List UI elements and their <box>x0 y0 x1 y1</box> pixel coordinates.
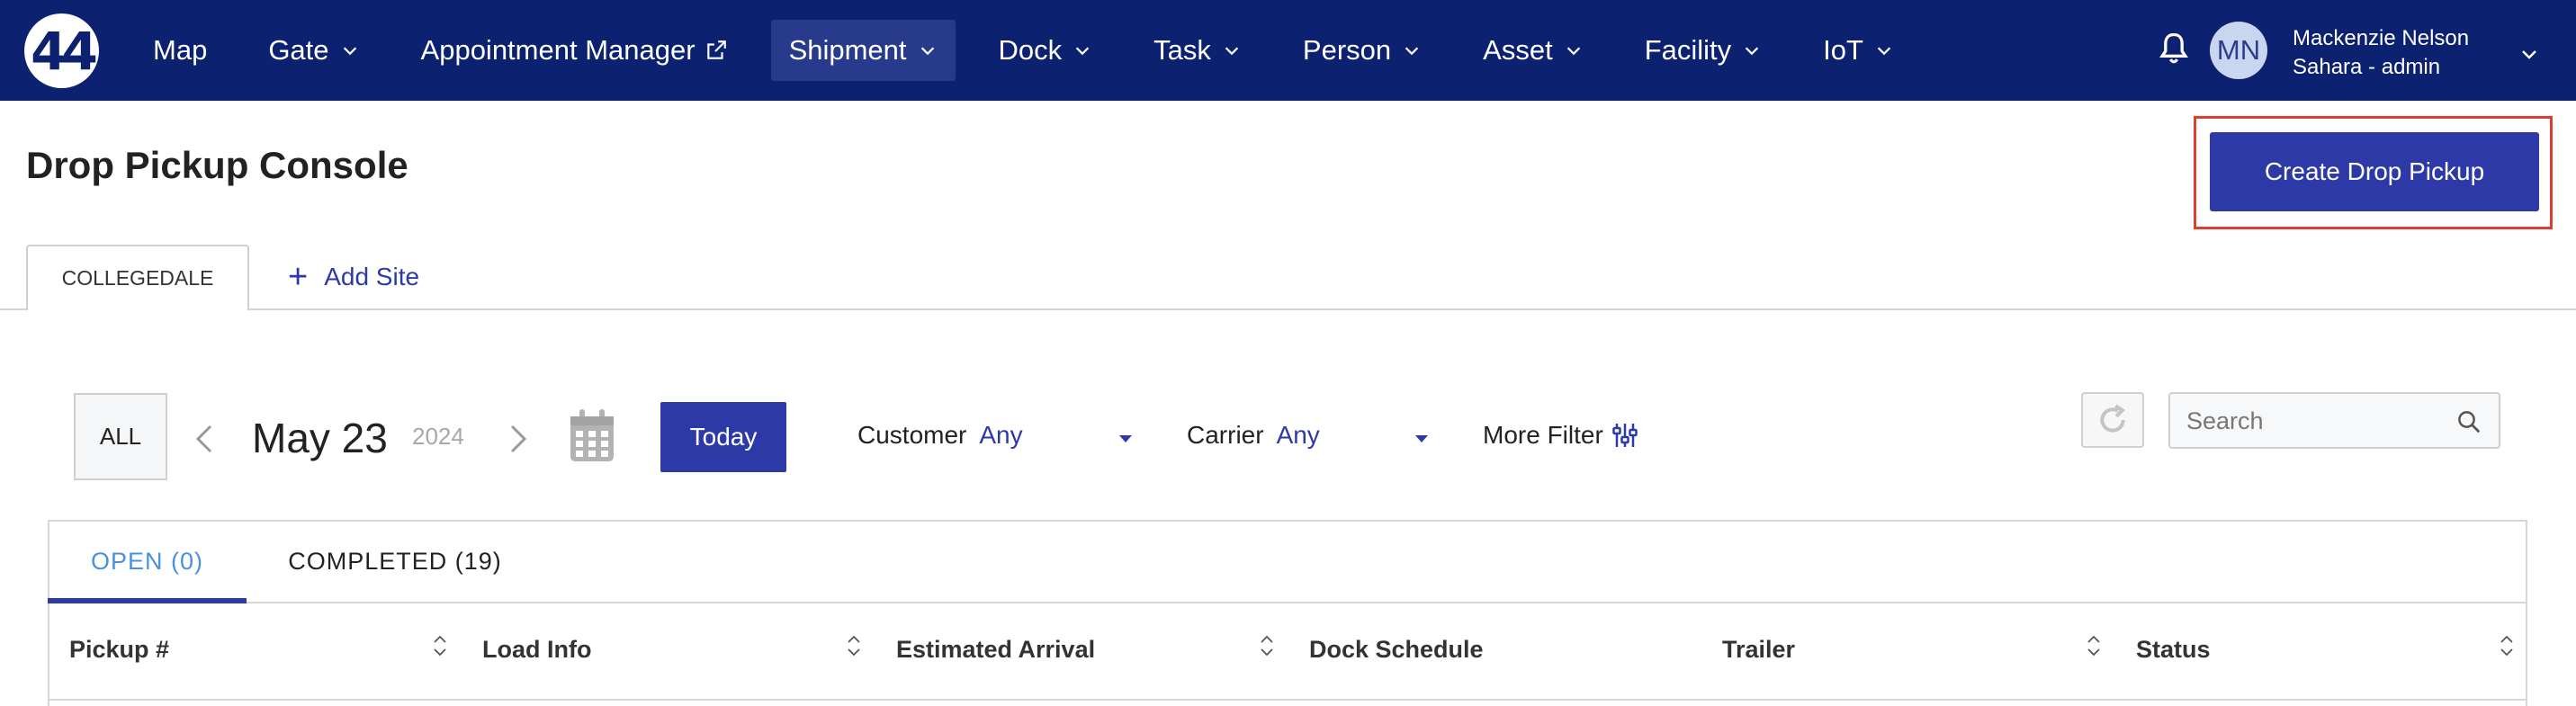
nav-item-facility[interactable]: Facility <box>1627 20 1780 81</box>
divider <box>0 308 2576 310</box>
tab-completed[interactable]: COMPLETED (19) <box>247 520 543 603</box>
caret-down-icon[interactable] <box>1117 433 1134 444</box>
nav-item-label: Map <box>153 34 208 66</box>
nav-item-appointment-manager[interactable]: Appointment Manager <box>403 20 746 81</box>
sort-icon[interactable] <box>845 632 863 659</box>
carrier-filter-value: Any <box>1276 421 1320 449</box>
nav-item-gate[interactable]: Gate <box>250 20 377 81</box>
nav-item-label: Person <box>1302 34 1392 66</box>
sliders-icon <box>1612 424 1638 447</box>
carrier-filter[interactable]: Carrier Any <box>1187 421 1320 450</box>
nav-item-person[interactable]: Person <box>1285 20 1440 81</box>
nav-item-label: Shipment <box>788 34 907 66</box>
chevron-down-icon <box>1566 47 1580 56</box>
selected-year: 2024 <box>412 423 464 450</box>
user-info[interactable]: Mackenzie Nelson Sahara - admin <box>2293 24 2469 82</box>
user-name: Mackenzie Nelson <box>2293 26 2470 50</box>
nav-item-task[interactable]: Task <box>1135 20 1260 81</box>
sort-icon[interactable] <box>431 632 449 659</box>
column-header-estimated-arrival[interactable]: Estimated Arrival <box>896 636 1095 664</box>
chevron-down-icon[interactable] <box>2518 43 2540 65</box>
caret-down-icon[interactable] <box>1414 433 1430 444</box>
search-input[interactable] <box>2186 403 2456 439</box>
chevron-down-icon <box>920 47 934 56</box>
sort-icon[interactable] <box>2085 632 2103 659</box>
all-dates-button[interactable]: ALL <box>74 393 167 480</box>
customer-filter-label: Customer <box>857 421 967 449</box>
top-navbar: 44 Map Gate Appointment Manager Shipment… <box>0 0 2576 101</box>
calendar-icon[interactable] <box>567 407 617 465</box>
chevron-down-icon <box>1405 47 1419 56</box>
nav-item-label: Appointment Manager <box>420 34 696 66</box>
chevron-left-icon[interactable] <box>193 423 216 455</box>
avatar[interactable]: MN <box>2210 22 2267 79</box>
page-title: Drop Pickup Console <box>26 144 408 186</box>
tab-site-collegedale[interactable]: COLLEGEDALE <box>26 245 249 310</box>
status-tabs: OPEN (0) COMPLETED (19) <box>48 520 543 603</box>
customer-filter[interactable]: Customer Any <box>857 421 1023 450</box>
add-site-button[interactable]: + Add Site <box>288 258 420 296</box>
chevron-down-icon <box>1225 47 1239 56</box>
tab-open[interactable]: OPEN (0) <box>48 520 247 603</box>
nav-item-map[interactable]: Map <box>135 20 225 81</box>
nav-item-asset[interactable]: Asset <box>1465 20 1602 81</box>
chevron-down-icon <box>1075 47 1090 56</box>
create-drop-pickup-button[interactable]: Create Drop Pickup <box>2210 132 2539 211</box>
chevron-down-icon <box>1745 47 1759 56</box>
plus-icon: + <box>288 258 309 296</box>
chevron-down-icon <box>1877 47 1891 56</box>
sort-icon[interactable] <box>2498 632 2516 659</box>
external-link-icon <box>706 40 726 59</box>
nav-item-shipment[interactable]: Shipment <box>770 20 956 81</box>
nav-item-label: Facility <box>1644 34 1732 66</box>
refresh-button[interactable] <box>2081 392 2144 448</box>
app-logo[interactable]: 44 <box>24 13 99 88</box>
add-site-label: Add Site <box>324 263 420 290</box>
column-header-load-info[interactable]: Load Info <box>482 636 591 664</box>
sort-icon[interactable] <box>1258 632 1276 659</box>
selected-date: May 23 <box>252 415 388 461</box>
nav-item-label: Gate <box>268 34 329 66</box>
column-header-dock-schedule[interactable]: Dock Schedule <box>1309 636 1484 664</box>
bell-icon[interactable] <box>2154 30 2194 69</box>
search-box <box>2168 392 2500 449</box>
search-icon[interactable] <box>2455 408 2482 435</box>
carrier-filter-label: Carrier <box>1187 421 1264 449</box>
customer-filter-value: Any <box>979 421 1023 449</box>
nav-item-label: IoT <box>1823 34 1863 66</box>
more-filter-button[interactable]: More Filter <box>1483 421 1638 450</box>
refresh-icon <box>2100 404 2125 433</box>
more-filter-label: More Filter <box>1483 421 1603 449</box>
nav-item-label: Task <box>1153 34 1211 66</box>
today-button[interactable]: Today <box>660 402 786 472</box>
main-nav: Map Gate Appointment Manager Shipment Do… <box>135 20 1937 81</box>
column-header-trailer[interactable]: Trailer <box>1722 636 1795 664</box>
table-header: Pickup # Load Info Estimated Arrival Doc… <box>48 603 2527 701</box>
nav-item-dock[interactable]: Dock <box>981 20 1111 81</box>
nav-item-label: Dock <box>998 34 1063 66</box>
column-header-pickup-number[interactable]: Pickup # <box>69 636 169 664</box>
chevron-right-icon[interactable] <box>507 423 530 455</box>
nav-item-iot[interactable]: IoT <box>1805 20 1912 81</box>
nav-item-label: Asset <box>1483 34 1553 66</box>
user-role: Sahara - admin <box>2293 55 2441 79</box>
column-header-status[interactable]: Status <box>2136 636 2211 664</box>
chevron-down-icon <box>343 47 356 56</box>
